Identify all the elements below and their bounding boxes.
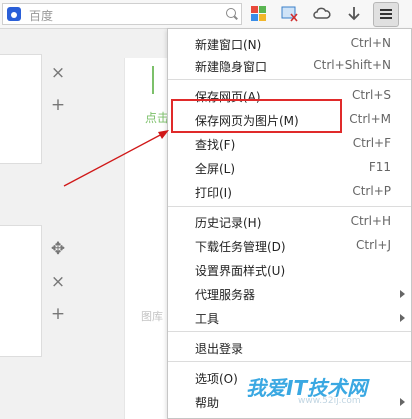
watermark-url: www.52ij.com: [298, 396, 361, 406]
annotation-arrow: [63, 130, 169, 187]
